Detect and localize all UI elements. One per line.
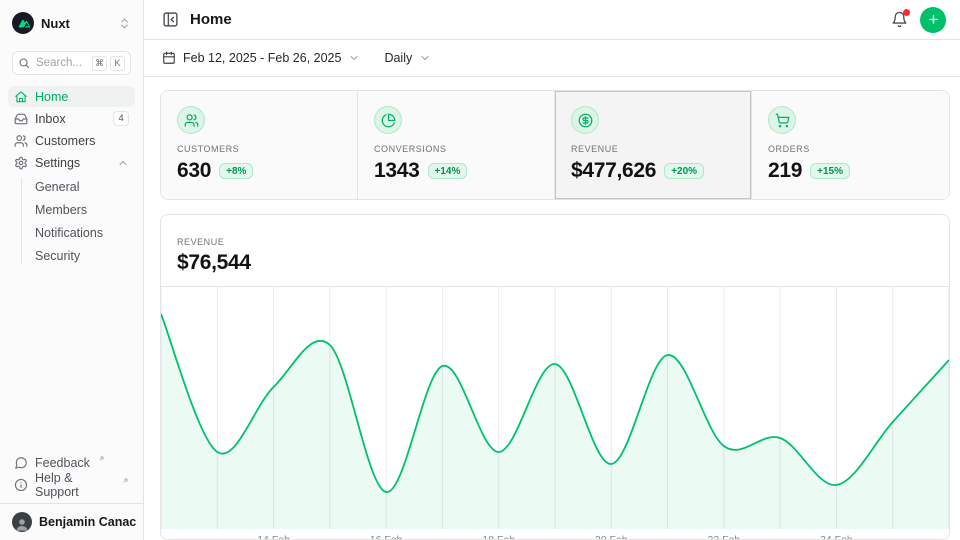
kbd-cmd: ⌘ bbox=[92, 56, 107, 71]
external-link-icon bbox=[98, 455, 105, 462]
info-circle-icon bbox=[14, 478, 28, 492]
x-axis-label: 20 Feb bbox=[595, 534, 628, 540]
period-label: Daily bbox=[384, 51, 412, 65]
chart-label: REVENUE bbox=[177, 237, 933, 247]
gear-icon bbox=[14, 156, 28, 170]
x-axis-label: 16 Feb bbox=[370, 534, 403, 540]
x-axis-label: 24 Feb bbox=[820, 534, 853, 540]
search-input[interactable]: Search... ⌘ K bbox=[12, 51, 131, 75]
settings-submenu: General Members Notifications Security bbox=[8, 175, 135, 267]
stats-grid: CUSTOMERS 630 +8% CONVERSIONS 1343 +14% bbox=[160, 90, 950, 200]
sidebar-item-customers[interactable]: Customers bbox=[8, 130, 135, 151]
search-shortcut: ⌘ K bbox=[92, 56, 125, 71]
nuxt-logo-icon bbox=[12, 12, 34, 34]
stat-value: 1343 bbox=[374, 159, 420, 183]
stat-value: 630 bbox=[177, 159, 211, 183]
sidebar-item-home[interactable]: Home bbox=[8, 86, 135, 107]
add-button[interactable] bbox=[920, 7, 946, 33]
stat-delta-badge: +15% bbox=[810, 163, 850, 179]
sidebar-item-settings[interactable]: Settings bbox=[8, 152, 135, 173]
chart-total: $76,544 bbox=[177, 251, 933, 275]
stat-label: CONVERSIONS bbox=[374, 144, 538, 154]
team-name: Nuxt bbox=[41, 16, 111, 31]
circle-dollar-icon bbox=[571, 106, 599, 134]
inbox-icon bbox=[14, 112, 28, 126]
sidebar: Nuxt Search... ⌘ K Home bbox=[0, 0, 144, 540]
period-select[interactable]: Daily bbox=[384, 51, 431, 65]
chart-pie-icon bbox=[374, 106, 402, 134]
x-axis-label: 22 Feb bbox=[708, 534, 741, 540]
users-icon bbox=[177, 106, 205, 134]
main-area: Home Feb 12, 2025 - Feb 26, 2025 bbox=[144, 0, 960, 540]
footer-link-label: Feedback bbox=[35, 456, 90, 470]
sidebar-item-security[interactable]: Security bbox=[8, 244, 135, 267]
sidebar-item-label: Settings bbox=[35, 156, 80, 170]
stat-card-customers[interactable]: CUSTOMERS 630 +8% bbox=[161, 91, 358, 199]
plus-icon bbox=[927, 13, 940, 26]
stat-value: $477,626 bbox=[571, 159, 656, 183]
stat-card-revenue[interactable]: REVENUE $477,626 +20% bbox=[555, 91, 752, 199]
kbd-k: K bbox=[110, 56, 125, 71]
dashboard-content: CUSTOMERS 630 +8% CONVERSIONS 1343 +14% bbox=[144, 77, 960, 540]
chevron-up-icon bbox=[117, 157, 129, 169]
sidebar-item-inbox[interactable]: Inbox 4 bbox=[8, 108, 135, 129]
date-range-label: Feb 12, 2025 - Feb 26, 2025 bbox=[183, 51, 341, 65]
chevron-down-icon bbox=[348, 52, 360, 64]
page-title: Home bbox=[190, 11, 232, 28]
search-icon bbox=[18, 57, 30, 69]
external-link-icon bbox=[122, 477, 129, 484]
stat-label: CUSTOMERS bbox=[177, 144, 341, 154]
user-name: Benjamin Canac bbox=[39, 515, 136, 529]
footer-link-label: Help & Support bbox=[35, 471, 114, 499]
notification-dot bbox=[903, 9, 910, 16]
stat-card-orders[interactable]: ORDERS 219 +15% bbox=[752, 91, 949, 199]
sidebar-item-members[interactable]: Members bbox=[8, 198, 135, 221]
chevrons-up-down-icon bbox=[118, 17, 131, 30]
topbar: Home bbox=[144, 0, 960, 40]
stat-value: 219 bbox=[768, 159, 802, 183]
notifications-button[interactable] bbox=[891, 11, 908, 28]
sidebar-nav: Home Inbox 4 Customers Settings bbox=[8, 86, 135, 267]
date-range-picker[interactable]: Feb 12, 2025 - Feb 26, 2025 bbox=[162, 51, 360, 65]
stat-delta-badge: +20% bbox=[664, 163, 704, 179]
search-placeholder: Search... bbox=[36, 57, 86, 69]
revenue-chart-card: REVENUE $76,544 14 Feb 16 Feb 18 Feb 20 Feb… bbox=[160, 214, 950, 540]
avatar bbox=[12, 512, 32, 532]
sidebar-item-notifications[interactable]: Notifications bbox=[8, 221, 135, 244]
house-icon bbox=[14, 90, 28, 104]
inbox-count-badge: 4 bbox=[113, 111, 129, 126]
shopping-cart-icon bbox=[768, 106, 796, 134]
chevron-down-icon bbox=[419, 52, 431, 64]
stat-delta-badge: +8% bbox=[219, 163, 253, 179]
x-axis-label: 14 Feb bbox=[257, 534, 290, 540]
sidebar-item-label: Inbox bbox=[35, 112, 66, 126]
sidebar-item-label: Customers bbox=[35, 134, 95, 148]
app-window: Nuxt Search... ⌘ K Home bbox=[0, 0, 960, 540]
sidebar-item-label: Home bbox=[35, 90, 68, 104]
stat-delta-badge: +14% bbox=[428, 163, 468, 179]
stat-label: ORDERS bbox=[768, 144, 933, 154]
help-support-link[interactable]: Help & Support bbox=[8, 474, 135, 495]
toolbar: Feb 12, 2025 - Feb 26, 2025 Daily bbox=[144, 40, 960, 77]
users-icon bbox=[14, 134, 28, 148]
team-switcher[interactable]: Nuxt bbox=[8, 9, 135, 37]
sidebar-item-general[interactable]: General bbox=[8, 175, 135, 198]
sidebar-footer: Feedback Help & Support bbox=[0, 452, 143, 540]
sidebar-collapse-button[interactable] bbox=[162, 11, 179, 28]
message-circle-icon bbox=[14, 456, 28, 470]
user-menu[interactable]: Benjamin Canac bbox=[0, 503, 143, 540]
calendar-icon bbox=[162, 51, 176, 65]
stat-card-conversions[interactable]: CONVERSIONS 1343 +14% bbox=[358, 91, 555, 199]
revenue-area-chart: 14 Feb 16 Feb 18 Feb 20 Feb 22 Feb 24 Feb bbox=[161, 287, 949, 540]
stat-label: REVENUE bbox=[571, 144, 735, 154]
chart-plot[interactable]: 14 Feb 16 Feb 18 Feb 20 Feb 22 Feb 24 Feb bbox=[161, 287, 949, 540]
x-axis-label: 18 Feb bbox=[482, 534, 515, 540]
chart-header: REVENUE $76,544 bbox=[161, 215, 949, 287]
